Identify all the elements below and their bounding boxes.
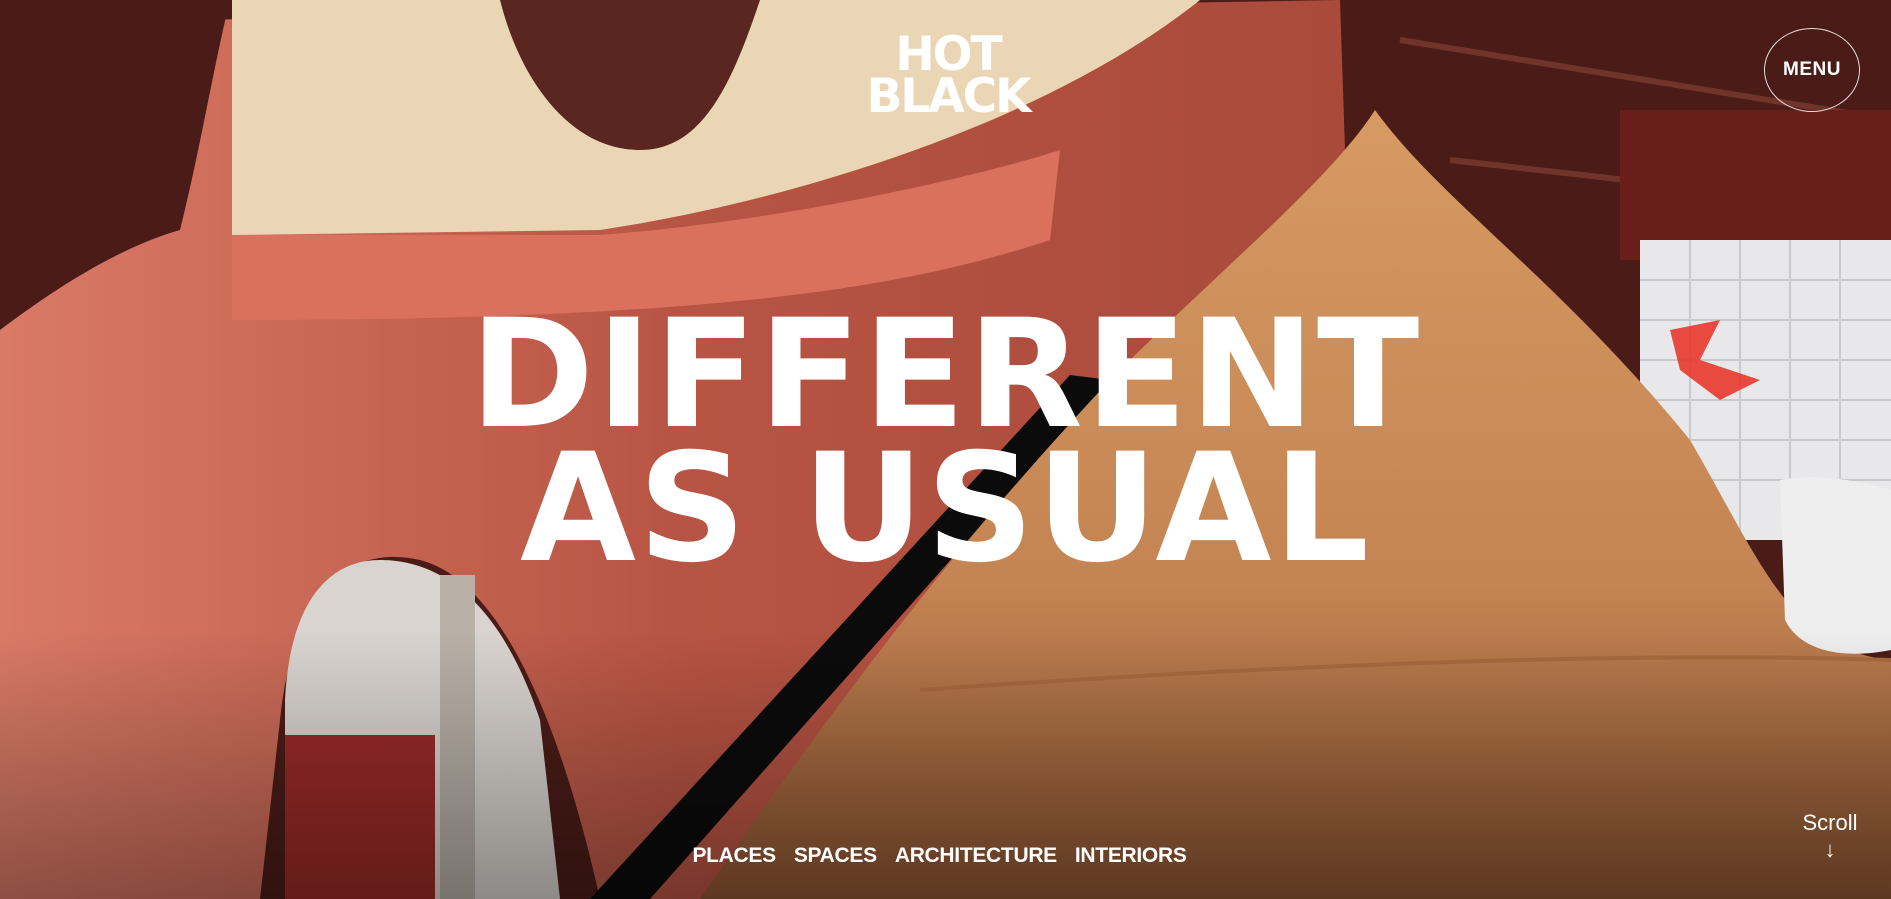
- menu-button[interactable]: MENU: [1764, 28, 1860, 112]
- hotblack-logo[interactable]: HOT BLACK: [860, 31, 1036, 124]
- logo-line-2: BLACK: [866, 69, 1031, 124]
- nav-link-places[interactable]: PLACES: [692, 844, 776, 868]
- arrow-down-icon: ↓: [1824, 837, 1836, 862]
- hero-headline: DIFFERENT AS USUAL: [0, 300, 1891, 596]
- scroll-indicator[interactable]: Scroll ↓: [1790, 810, 1870, 862]
- scroll-label: Scroll: [1802, 810, 1858, 835]
- category-nav: PLACES SPACES ARCHITECTURE INTERIORS: [0, 844, 1891, 868]
- nav-link-architecture[interactable]: ARCHITECTURE: [895, 844, 1057, 868]
- nav-link-spaces[interactable]: SPACES: [794, 844, 877, 868]
- headline-line-2: AS USUAL: [519, 422, 1372, 596]
- nav-link-interiors[interactable]: INTERIORS: [1075, 844, 1187, 868]
